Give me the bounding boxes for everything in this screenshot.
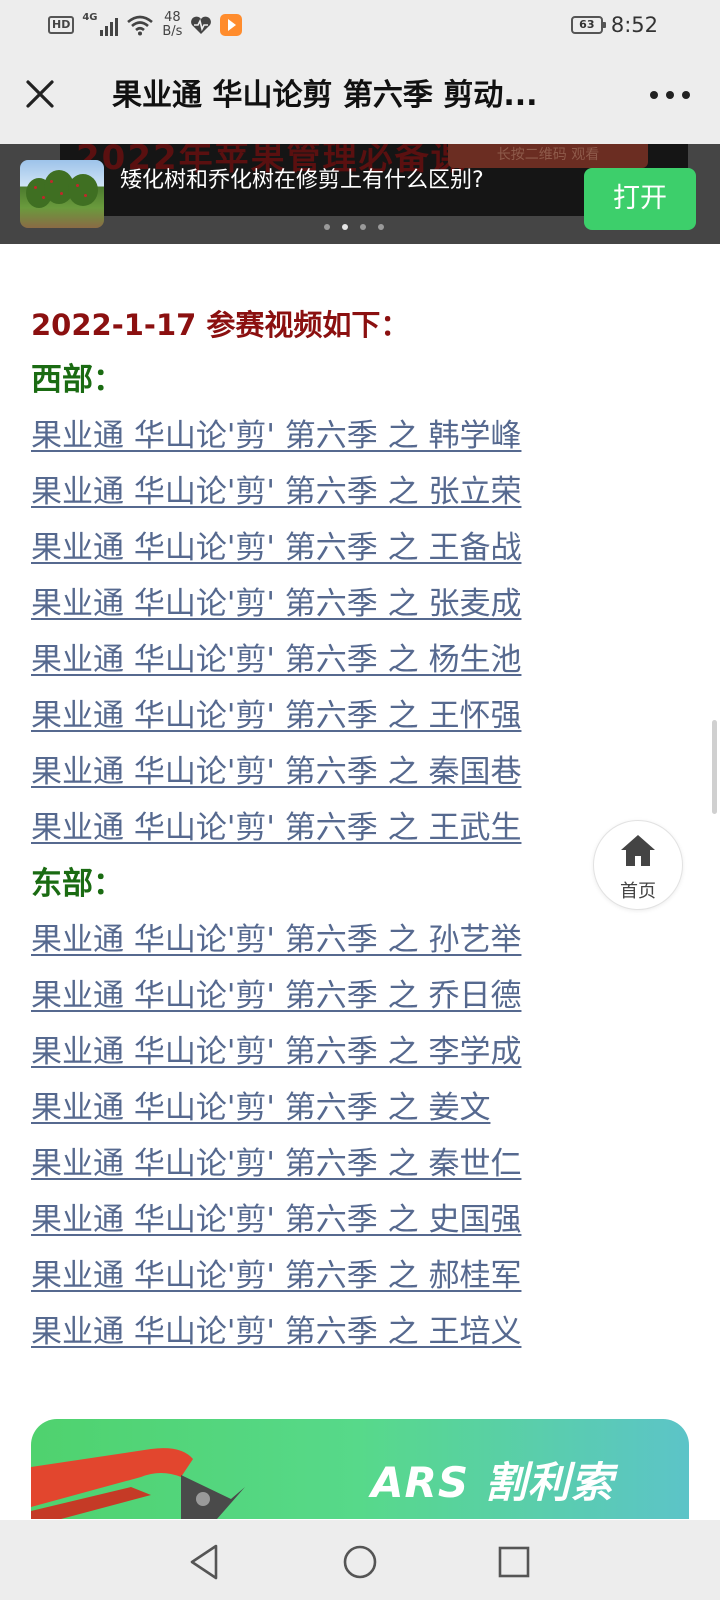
battery-icon: 63 — [570, 16, 606, 34]
video-link[interactable]: 果业通 华山论'剪' 第六季 之 王备战 — [31, 530, 521, 566]
video-link-list-east: 果业通 华山论'剪' 第六季 之 孙艺举 果业通 华山论'剪' 第六季 之 乔日… — [31, 912, 631, 1360]
home-nav-icon[interactable] — [340, 1542, 380, 1582]
carousel-dot-active — [342, 224, 348, 230]
video-link[interactable]: 果业通 华山论'剪' 第六季 之 王怀强 — [31, 698, 521, 734]
video-link[interactable]: 果业通 华山论'剪' 第六季 之 王武生 — [31, 810, 521, 846]
carousel-dot — [324, 224, 330, 230]
list-item: 果业通 华山论'剪' 第六季 之 韩学峰 — [31, 408, 631, 464]
orange-app-icon — [220, 14, 243, 36]
carousel-dots — [324, 224, 384, 230]
scroll-thumb[interactable] — [712, 720, 717, 814]
net-speed-unit: B/s — [162, 24, 183, 39]
network-type: 4G — [82, 12, 98, 23]
video-link[interactable]: 果业通 华山论'剪' 第六季 之 秦国巷 — [31, 754, 521, 790]
video-link[interactable]: 果业通 华山论'剪' 第六季 之 杨生池 — [31, 642, 521, 678]
list-item: 果业通 华山论'剪' 第六季 之 孙艺举 — [31, 912, 631, 968]
carousel-dot — [360, 224, 366, 230]
list-item: 果业通 华山论'剪' 第六季 之 秦国巷 — [31, 744, 631, 800]
banner-thumbnail — [20, 160, 104, 228]
nav-bar: 果业通 华山论剪 第六季 剪动... — [0, 48, 720, 144]
list-item: 果业通 华山论'剪' 第六季 之 史国强 — [31, 1192, 631, 1248]
net-speed-value: 48 — [164, 10, 181, 25]
video-link[interactable]: 果业通 华山论'剪' 第六季 之 孙艺举 — [31, 922, 521, 958]
status-bar-left: HD 4G 48 B/s — [48, 10, 243, 40]
status-bar-right: 63 8:52 — [570, 10, 658, 40]
video-link[interactable]: 果业通 华山论'剪' 第六季 之 乔日德 — [31, 978, 521, 1014]
clock: 8:52 — [610, 13, 658, 37]
list-item: 果业通 华山论'剪' 第六季 之 杨生池 — [31, 632, 631, 688]
back-icon[interactable] — [186, 1542, 226, 1582]
section-heading-west: 西部： — [31, 362, 124, 398]
list-item: 果业通 华山论'剪' 第六季 之 姜文 — [31, 1080, 631, 1136]
video-link[interactable]: 果业通 华山论'剪' 第六季 之 李学成 — [31, 1034, 521, 1070]
carousel-dot — [378, 224, 384, 230]
list-item: 果业通 华山论'剪' 第六季 之 王武生 — [31, 800, 631, 856]
pruning-shears-image — [31, 1448, 245, 1519]
list-item: 果业通 华山论'剪' 第六季 之 秦世仁 — [31, 1136, 631, 1192]
net-speed: 48 B/s — [162, 11, 182, 39]
list-item: 果业通 华山论'剪' 第六季 之 郝桂军 — [31, 1248, 631, 1304]
article-content: 2022-1-17 参赛视频如下： 西部： 果业通 华山论'剪' 第六季 之 韩… — [31, 298, 631, 1360]
home-icon — [621, 835, 655, 866]
video-link[interactable]: 果业通 华山论'剪' 第六季 之 史国强 — [31, 1202, 521, 1238]
video-link[interactable]: 果业通 华山论'剪' 第六季 之 郝桂军 — [31, 1258, 521, 1294]
wifi-icon — [127, 15, 154, 36]
home-button-label: 首页 — [620, 881, 656, 902]
list-item: 果业通 华山论'剪' 第六季 之 张立荣 — [31, 464, 631, 520]
system-nav-bar — [0, 1520, 720, 1600]
video-link[interactable]: 果业通 华山论'剪' 第六季 之 秦世仁 — [31, 1146, 521, 1182]
ad-brand: ARS 割利索 — [371, 1458, 614, 1507]
list-item: 果业通 华山论'剪' 第六季 之 王怀强 — [31, 688, 631, 744]
video-link[interactable]: 果业通 华山论'剪' 第六季 之 王培义 — [31, 1314, 521, 1350]
section-heading-east: 东部： — [31, 866, 124, 902]
banner-caption: 矮化树和乔化树在修剪上有什么区别? — [120, 168, 484, 193]
list-item: 果业通 华山论'剪' 第六季 之 李学成 — [31, 1024, 631, 1080]
page-title: 果业通 华山论剪 第六季 剪动... — [112, 78, 538, 113]
list-item: 果业通 华山论'剪' 第六季 之 张麦成 — [31, 576, 631, 632]
home-button[interactable]: 首页 — [593, 820, 683, 910]
video-link-list-west: 果业通 华山论'剪' 第六季 之 韩学峰 果业通 华山论'剪' 第六季 之 张立… — [31, 408, 631, 856]
recents-icon[interactable] — [494, 1542, 534, 1582]
video-link[interactable]: 果业通 华山论'剪' 第六季 之 姜文 — [31, 1090, 490, 1126]
video-link[interactable]: 果业通 华山论'剪' 第六季 之 张立荣 — [31, 474, 521, 510]
hd-badge: HD — [48, 16, 75, 34]
close-icon[interactable] — [22, 76, 58, 112]
list-item: 果业通 华山论'剪' 第六季 之 王培义 — [31, 1304, 631, 1360]
video-link[interactable]: 果业通 华山论'剪' 第六季 之 张麦成 — [31, 586, 521, 622]
ad-banner[interactable]: ARS 割利索 — [31, 1419, 689, 1519]
open-button[interactable]: 打开 — [584, 168, 696, 230]
signal-icon: 4G — [82, 12, 119, 38]
status-bar: HD 4G 48 B/s 63 8:52 — [0, 0, 720, 48]
heart-rate-icon — [191, 16, 212, 34]
more-options-icon[interactable] — [650, 88, 690, 102]
date-heading: 2022-1-17 参赛视频如下： — [31, 308, 410, 342]
video-link[interactable]: 果业通 华山论'剪' 第六季 之 韩学峰 — [31, 418, 521, 454]
list-item: 果业通 华山论'剪' 第六季 之 乔日德 — [31, 968, 631, 1024]
list-item: 果业通 华山论'剪' 第六季 之 王备战 — [31, 520, 631, 576]
mini-program-banner[interactable]: 2022年苹果管理必备课 长按二维码 观看 矮化树和乔化树在修剪上有什么区别? … — [0, 144, 720, 244]
